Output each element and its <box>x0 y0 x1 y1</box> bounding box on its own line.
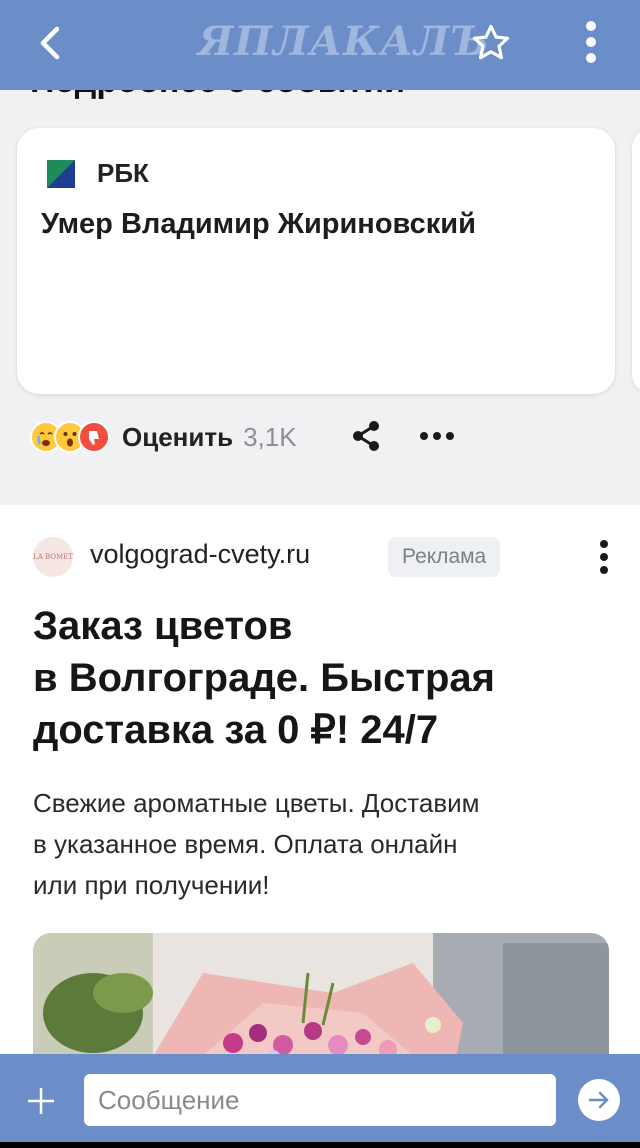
share-button[interactable] <box>348 416 384 456</box>
advertiser-avatar-text: LA BOMET <box>33 553 73 561</box>
ad-description: Свежие ароматные цветы. Доставим в указа… <box>33 783 593 906</box>
attach-button[interactable] <box>16 1076 66 1126</box>
ad-title[interactable]: Заказ цветов в Волгограде. Быстрая доста… <box>33 600 593 756</box>
advertiser-domain[interactable]: volgograd-cvety.ru <box>90 539 310 570</box>
reaction-count: 3,1K <box>243 421 297 452</box>
vertical-dots-icon <box>586 21 596 63</box>
news-card[interactable]: РБК Умер Владимир Жириновский <box>17 128 615 394</box>
chevron-left-icon <box>40 26 60 60</box>
share-icon <box>353 421 379 451</box>
ad-image[interactable] <box>33 933 609 1073</box>
back-button[interactable] <box>22 18 78 68</box>
ad-badge: Реклама <box>388 537 501 577</box>
arrow-right-icon <box>588 1091 609 1109</box>
ad-description-line: Свежие ароматные цветы. Доставим <box>33 788 480 818</box>
reaction-row[interactable]: Оценить 3,1K <box>30 415 297 459</box>
ad-title-line: в Волгограде. Быстрая <box>33 656 495 700</box>
ad-description-line: в указанное время. Оплата онлайн <box>33 829 458 859</box>
next-news-card[interactable] <box>632 128 640 394</box>
news-source: РБК <box>47 158 149 189</box>
advertiser-avatar[interactable]: LA BOMET <box>33 537 73 577</box>
plus-icon <box>28 1088 54 1114</box>
ad-description-line: или при получении! <box>33 870 270 900</box>
card-more-button[interactable] <box>414 416 460 456</box>
horizontal-dots-icon <box>420 432 454 440</box>
star-outline-icon <box>472 24 510 60</box>
news-source-name: РБК <box>97 158 149 188</box>
rate-button-label[interactable]: Оценить <box>122 422 233 453</box>
thumbs-down-icon <box>78 421 110 453</box>
ad-block[interactable]: LA BOMET volgograd-cvety.ru Реклама Зака… <box>0 505 640 1073</box>
message-input[interactable] <box>84 1074 556 1126</box>
send-button[interactable] <box>578 1079 620 1121</box>
ad-more-button[interactable] <box>588 535 620 579</box>
system-nav-strip <box>0 1142 640 1148</box>
ad-title-line: Заказ цветов <box>33 604 293 648</box>
vertical-dots-icon <box>600 540 608 574</box>
rbk-logo-icon <box>47 159 75 188</box>
more-options-button[interactable] <box>566 14 616 70</box>
app-logo[interactable]: ЯПЛАКАЛЪ <box>198 18 490 65</box>
favorite-button[interactable] <box>466 18 516 68</box>
news-title[interactable]: Умер Владимир Жириновский <box>41 208 476 241</box>
top-app-bar: ЯПЛАКАЛЪ <box>0 0 640 90</box>
message-composer <box>0 1054 640 1148</box>
ad-title-line: доставка за 0 ₽! 24/7 <box>33 708 439 752</box>
